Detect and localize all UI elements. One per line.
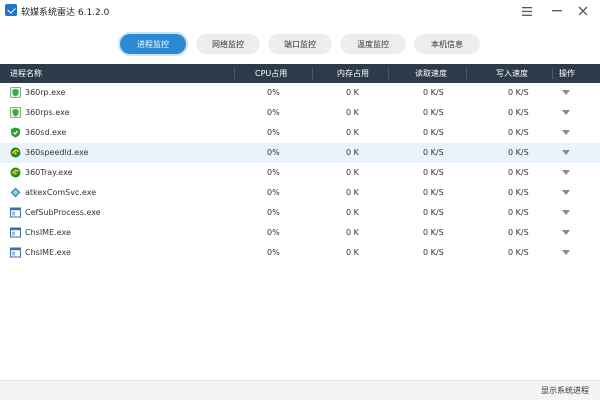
write-speed: 0 K/S [508,208,529,217]
process-name: atkexComSvc.exe [25,188,97,197]
col-header-cpu[interactable]: CPU占用 [255,64,287,83]
close-icon[interactable] [574,2,592,20]
360-antivirus-icon [11,127,20,138]
read-speed: 0 K/S [423,228,444,237]
read-speed: 0 K/S [423,108,444,117]
tab-process-monitor[interactable]: 进程监控 [120,34,186,54]
cpu-usage: 0% [267,128,280,137]
read-speed: 0 K/S [423,148,444,157]
column-divider [552,68,553,79]
col-header-write-speed[interactable]: 写入速度 [496,64,528,83]
app-title: 软媒系统雷达 6.1.2.0 [21,8,110,18]
table-row[interactable]: CefSubProcess.exe 0% 0 K 0 K/S 0 K/S [0,203,600,223]
process-name: 360sd.exe [25,128,67,137]
table-row[interactable]: ChsIME.exe 0% 0 K 0 K/S 0 K/S [0,223,600,243]
dropdown-arrow-icon[interactable] [562,210,570,215]
dropdown-arrow-icon[interactable] [562,230,570,235]
write-speed: 0 K/S [508,108,529,117]
memory-usage: 0 K [346,248,359,257]
diamond-app-icon [10,187,21,198]
column-divider [312,68,313,79]
write-speed: 0 K/S [508,188,529,197]
memory-usage: 0 K [346,108,359,117]
dropdown-arrow-icon[interactable] [562,190,570,195]
table-row[interactable]: 360rp.exe 0% 0 K 0 K/S 0 K/S [0,83,600,103]
memory-usage: 0 K [346,148,359,157]
nav-tabs: 进程监控 网络监控 端口监控 温度监控 本机信息 [0,22,600,62]
read-speed: 0 K/S [423,188,444,197]
read-speed: 0 K/S [423,248,444,257]
dropdown-arrow-icon[interactable] [562,250,570,255]
window-app-icon [10,247,21,258]
cpu-usage: 0% [267,228,280,237]
col-header-read-speed[interactable]: 读取速度 [415,64,447,83]
360-speed-icon [10,147,21,158]
column-divider [388,68,389,79]
hamburger-menu-icon[interactable] [518,2,536,20]
memory-usage: 0 K [346,168,359,177]
col-header-actions: 操作 [559,69,575,78]
minimize-icon[interactable] [548,2,566,20]
col-header-process-name[interactable]: 进程名称 [10,64,42,83]
tab-port-monitor[interactable]: 端口监控 [268,34,332,54]
dropdown-arrow-icon[interactable] [562,150,570,155]
write-speed: 0 K/S [508,128,529,137]
table-header: 进程名称 CPU占用 内存占用 读取速度 写入速度 操作 [0,64,600,83]
window-app-icon [10,227,21,238]
write-speed: 0 K/S [508,228,529,237]
tab-network-monitor[interactable]: 网络监控 [196,34,260,54]
memory-usage: 0 K [346,88,359,97]
cpu-usage: 0% [267,88,280,97]
cpu-usage: 0% [267,108,280,117]
app-logo-icon [5,4,17,16]
read-speed: 0 K/S [423,168,444,177]
cpu-usage: 0% [267,148,280,157]
process-name: 360rps.exe [25,108,70,117]
memory-usage: 0 K [346,228,359,237]
table-row[interactable]: atkexComSvc.exe 0% 0 K 0 K/S 0 K/S [0,183,600,203]
process-name: ChsIME.exe [25,228,71,237]
dropdown-arrow-icon[interactable] [562,110,570,115]
360-tray-icon [10,167,21,178]
column-divider [234,68,235,79]
process-name: ChsIME.exe [25,248,71,257]
col-header-memory[interactable]: 内存占用 [337,64,369,83]
memory-usage: 0 K [346,188,359,197]
column-divider [466,68,467,79]
cpu-usage: 0% [267,248,280,257]
show-system-processes-link[interactable]: 显示系统进程 [541,385,589,396]
cpu-usage: 0% [267,168,280,177]
write-speed: 0 K/S [508,168,529,177]
status-bar: 显示系统进程 [0,380,600,400]
write-speed: 0 K/S [508,88,529,97]
360-shield-icon [10,87,21,98]
window-app-icon [10,207,21,218]
process-name: CefSubProcess.exe [25,208,101,217]
dropdown-arrow-icon[interactable] [562,90,570,95]
table-row[interactable]: ChsIME.exe 0% 0 K 0 K/S 0 K/S [0,243,600,263]
tab-temperature-monitor[interactable]: 温度监控 [340,34,406,54]
tab-system-info[interactable]: 本机信息 [414,34,480,54]
read-speed: 0 K/S [423,128,444,137]
process-name: 360Tray.exe [25,168,73,177]
write-speed: 0 K/S [508,248,529,257]
dropdown-arrow-icon[interactable] [562,170,570,175]
cpu-usage: 0% [267,188,280,197]
process-name: 360speedld.exe [25,148,89,157]
table-row[interactable]: 360rps.exe 0% 0 K 0 K/S 0 K/S [0,103,600,123]
process-name: 360rp.exe [25,88,66,97]
dropdown-arrow-icon[interactable] [562,130,570,135]
title-bar: 软媒系统雷达 6.1.2.0 [0,0,600,22]
process-table: 360rp.exe 0% 0 K 0 K/S 0 K/S 360rps.exe … [0,83,600,380]
table-row[interactable]: 360speedld.exe 0% 0 K 0 K/S 0 K/S [0,143,600,163]
360-shield-icon [10,107,21,118]
table-row[interactable]: 360Tray.exe 0% 0 K 0 K/S 0 K/S [0,163,600,183]
memory-usage: 0 K [346,128,359,137]
cpu-usage: 0% [267,208,280,217]
read-speed: 0 K/S [423,88,444,97]
memory-usage: 0 K [346,208,359,217]
table-row[interactable]: 360sd.exe 0% 0 K 0 K/S 0 K/S [0,123,600,143]
read-speed: 0 K/S [423,208,444,217]
write-speed: 0 K/S [508,148,529,157]
